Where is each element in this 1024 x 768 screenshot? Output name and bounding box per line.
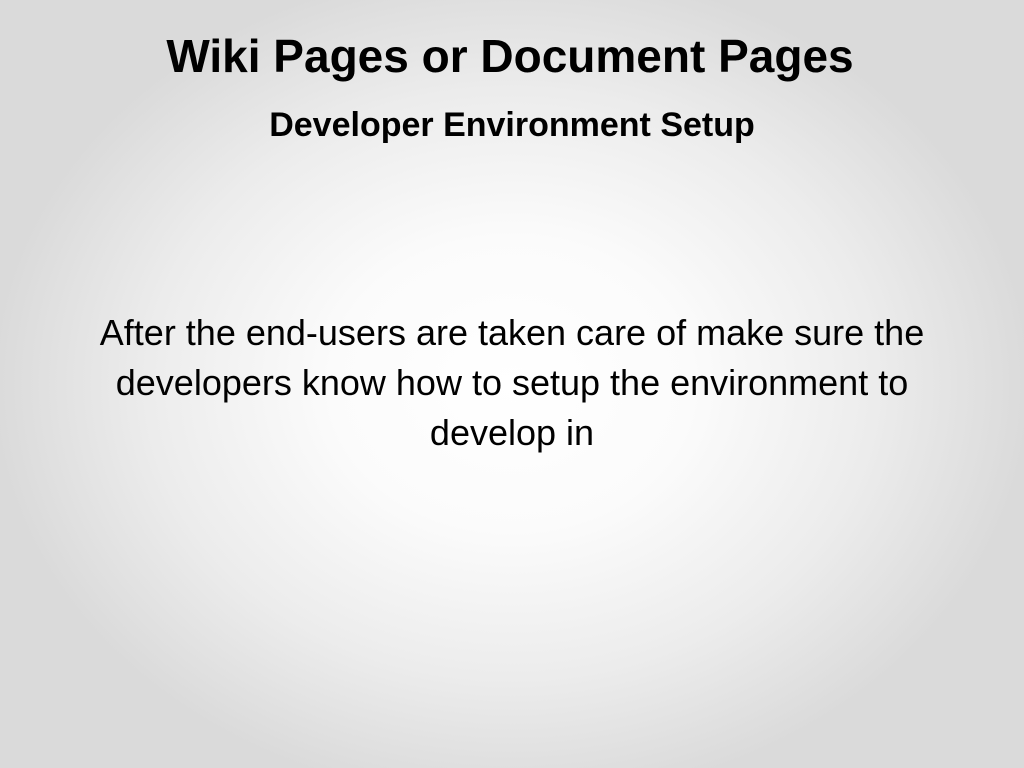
presentation-slide: Wiki Pages or Document Pages Developer E… xyxy=(0,0,1024,768)
slide-body-text: After the end-users are taken care of ma… xyxy=(99,312,925,453)
slide-subtitle: Developer Environment Setup xyxy=(269,106,755,144)
slide-title: Wiki Pages or Document Pages xyxy=(166,30,854,82)
